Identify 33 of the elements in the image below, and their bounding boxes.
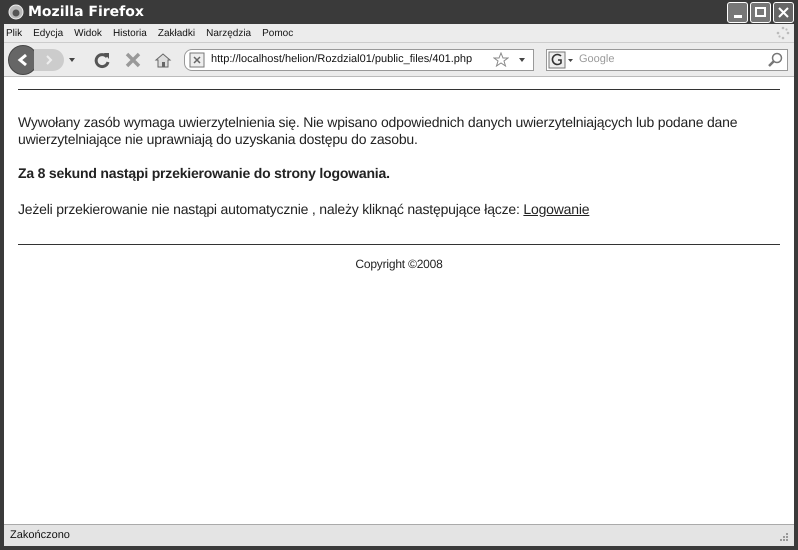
address-field[interactable]: http://localhost/helion/Rozdzial01/public_files/401.php [184,48,534,70]
home-icon[interactable] [154,52,172,68]
copyright-text: Copyright ©2008 [354,256,444,273]
search-field[interactable]: Google [546,48,788,70]
menu-item[interactable]: Pomoc [262,26,294,40]
menu-item[interactable]: Narzędzia [206,26,252,40]
minimize-icon [734,14,742,18]
maximize-icon [755,7,766,17]
resize-grip-icon[interactable] [778,530,788,540]
login-link[interactable]: Logowanie [523,201,590,217]
search-input[interactable]: Google [579,51,767,68]
site-icon [189,52,205,68]
minimize-button[interactable] [727,2,748,22]
search-icon[interactable] [767,52,783,68]
error-message: Wywołany zasób wymaga uwierzytelnienia się. Nie wpisano odpowiednich danych uwierzytelniających lub podane dane uwierzytelniające nie uprawniają do uzyskania dostępu do zasobu. [18,114,738,148]
search-engine-icon[interactable] [547,50,575,70]
loading-icon [776,26,790,40]
menu-item[interactable]: Widok [74,26,102,40]
menu-item[interactable]: Plik [6,26,22,40]
maximize-button[interactable] [750,2,771,22]
menu-item[interactable]: Historia [112,26,147,40]
bookmark-star-icon[interactable] [493,52,509,67]
window-title: Mozilla Firefox [28,2,144,22]
menu-item[interactable]: Edycja [33,26,64,40]
close-icon [778,6,789,18]
redirect-notice: Za 8 sekund nastąpi przekierowanie do strony logowania. [18,164,391,183]
dropdown-icon[interactable] [68,56,76,62]
hint-text: Jeżeli przekierowanie nie nastąpi automatycznie , należy kliknąć następujące łącze: [18,201,520,217]
browser-logo-icon [8,4,24,20]
dropdown-icon[interactable] [519,58,525,62]
close-button[interactable] [773,2,794,22]
menu-item[interactable]: Zakładki [158,26,196,40]
status-text: Zakończono [10,528,70,544]
